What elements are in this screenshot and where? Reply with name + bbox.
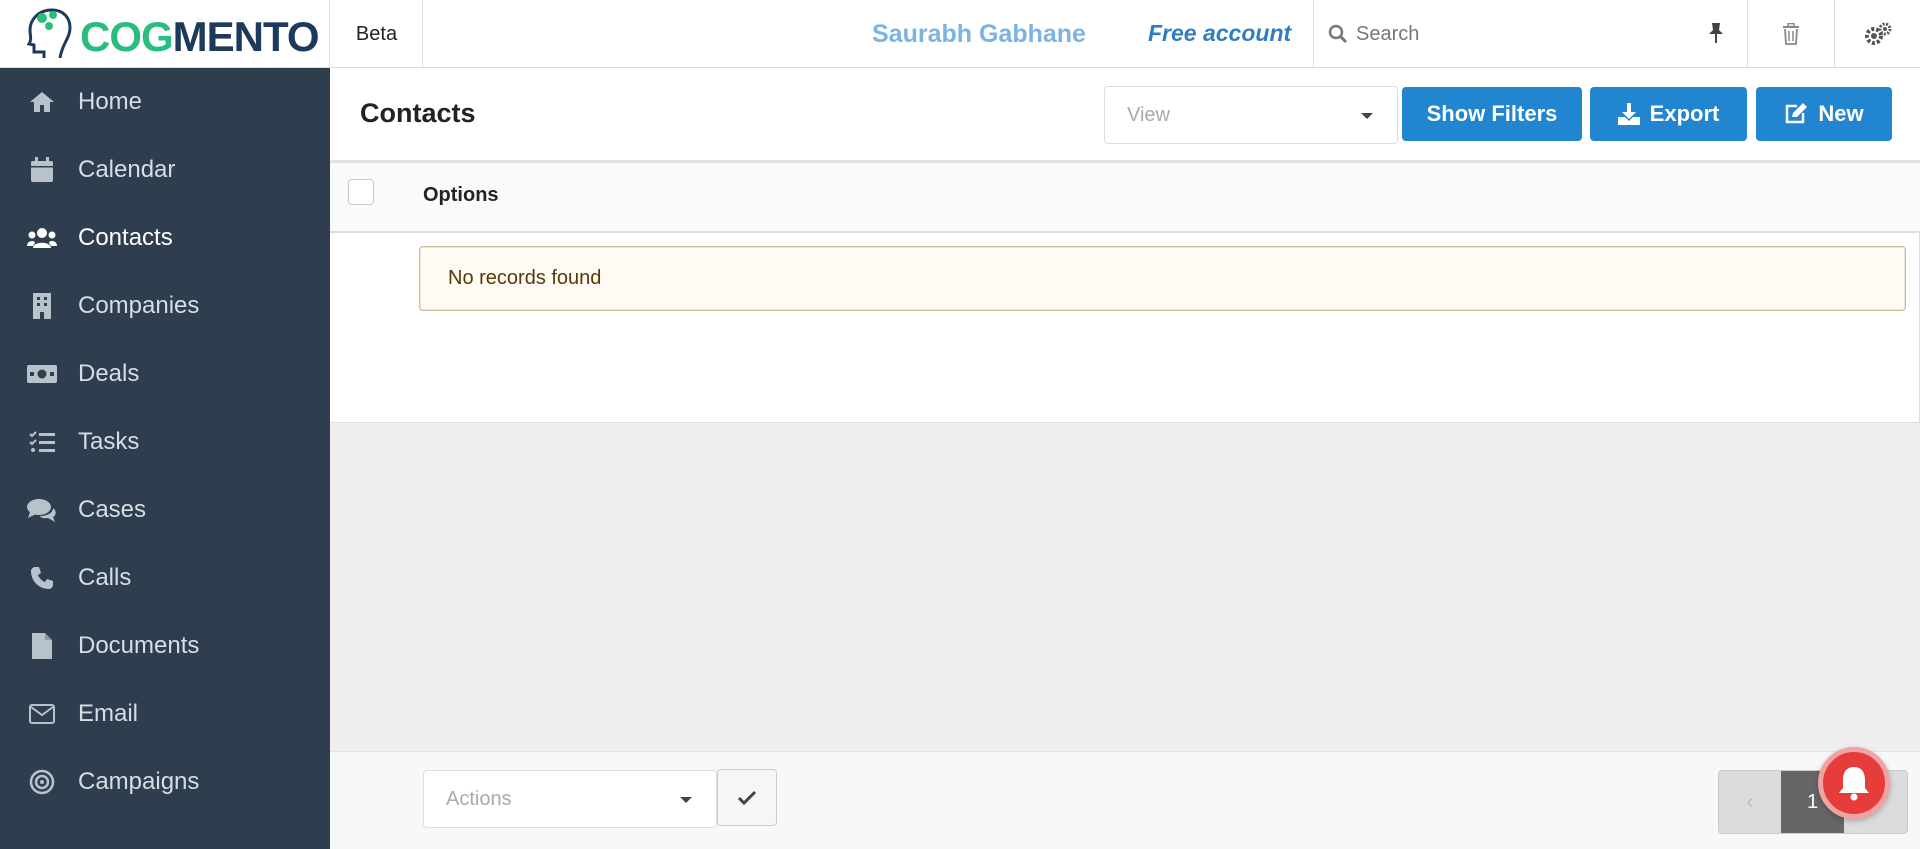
sidebar-item-label: Contacts <box>78 224 173 251</box>
content-header: Contacts View Show Filters Export New <box>330 68 1920 161</box>
money-icon <box>27 359 57 389</box>
search-bar <box>1313 0 1747 68</box>
page-title: Contacts <box>360 98 476 128</box>
pin-icon[interactable] <box>1707 22 1725 44</box>
bullseye-icon <box>27 767 57 797</box>
phone-icon <box>27 563 57 593</box>
sidebar-item-label: Tasks <box>78 428 140 455</box>
search-input[interactable] <box>1356 14 1686 54</box>
calendar-icon <box>27 155 57 185</box>
beta-label: Beta <box>331 0 423 68</box>
sidebar-item-label: Home <box>78 88 143 115</box>
table-footer: Actions ‹ 1 <box>330 751 1920 849</box>
sidebar-item-calls[interactable]: Calls <box>0 544 330 612</box>
new-label: New <box>1818 101 1864 126</box>
caret-down-icon <box>1361 113 1373 119</box>
sidebar-item-label: Deals <box>78 360 140 387</box>
sidebar-item-label: Email <box>78 700 139 727</box>
actions-dropdown[interactable]: Actions <box>423 770 717 828</box>
sidebar-item-label: Calls <box>78 564 132 591</box>
view-placeholder: View <box>1127 104 1170 126</box>
sidebar-item-contacts[interactable]: Contacts <box>0 204 330 272</box>
empty-state-text: No records found <box>448 267 602 289</box>
sidebar-item-home[interactable]: Home <box>0 68 330 136</box>
logo-text: COGMENTO <box>80 13 320 60</box>
sidebar: Home Calendar Contacts Companies Deals T… <box>0 68 330 849</box>
sidebar-item-label: Documents <box>78 632 200 659</box>
top-bar: COGMENTO Beta Saurabh Gabhane Free accou… <box>0 0 1920 68</box>
sidebar-item-cases[interactable]: Cases <box>0 476 330 544</box>
sidebar-item-documents[interactable]: Documents <box>0 612 330 680</box>
sidebar-item-calendar[interactable]: Calendar <box>0 136 330 204</box>
download-icon <box>1617 103 1640 125</box>
notification-bell-button[interactable] <box>1818 747 1890 819</box>
bell-icon <box>1839 767 1869 801</box>
contacts-table: Options No records found <box>330 163 1920 423</box>
sidebar-item-deals[interactable]: Deals <box>0 340 330 408</box>
sidebar-item-label: Companies <box>78 292 200 319</box>
home-icon <box>27 87 57 117</box>
chevron-left-icon: ‹ <box>1746 790 1754 813</box>
sidebar-item-label: Campaigns <box>78 768 200 795</box>
tasks-icon <box>27 427 57 457</box>
pagination-prev[interactable]: ‹ <box>1719 771 1781 833</box>
search-icon <box>1328 24 1348 44</box>
file-icon <box>27 631 57 661</box>
caret-down-icon <box>680 797 692 803</box>
edit-icon <box>1786 103 1808 124</box>
actions-placeholder: Actions <box>446 788 512 810</box>
sidebar-item-tasks[interactable]: Tasks <box>0 408 330 476</box>
users-icon <box>27 223 57 253</box>
grid-icon <box>27 835 57 849</box>
gears-icon <box>1864 22 1891 45</box>
empty-state-message: No records found <box>419 246 1906 311</box>
trash-button[interactable] <box>1747 0 1833 68</box>
sidebar-item-label: Calendar <box>78 156 176 183</box>
select-all-checkbox[interactable] <box>348 179 374 205</box>
account-type[interactable]: Free account <box>1148 20 1291 47</box>
envelope-icon <box>27 699 57 729</box>
export-button[interactable]: Export <box>1590 87 1747 141</box>
sidebar-item-campaigns[interactable]: Campaigns <box>0 748 330 816</box>
comments-icon <box>27 495 57 525</box>
show-filters-label: Show Filters <box>1426 101 1558 126</box>
table-header: Options <box>330 163 1920 233</box>
export-label: Export <box>1649 101 1720 126</box>
trash-icon <box>1782 23 1799 45</box>
logo-head-icon <box>26 8 72 58</box>
settings-button[interactable] <box>1834 0 1920 68</box>
apply-actions-button[interactable] <box>717 769 777 826</box>
sidebar-item-companies[interactable]: Companies <box>0 272 330 340</box>
sidebar-item-label: Cases <box>78 496 147 523</box>
show-filters-button[interactable]: Show Filters <box>1402 87 1582 141</box>
building-icon <box>27 291 57 321</box>
sidebar-item-email[interactable]: Email <box>0 680 330 748</box>
logo[interactable]: COGMENTO <box>0 0 330 68</box>
checkmark-icon <box>737 790 757 805</box>
column-header-options: Options <box>423 184 499 206</box>
view-dropdown[interactable]: View <box>1104 86 1398 144</box>
user-name[interactable]: Saurabh Gabhane <box>872 20 1086 49</box>
sidebar-item-more[interactable] <box>0 816 330 849</box>
new-button[interactable]: New <box>1756 87 1892 141</box>
